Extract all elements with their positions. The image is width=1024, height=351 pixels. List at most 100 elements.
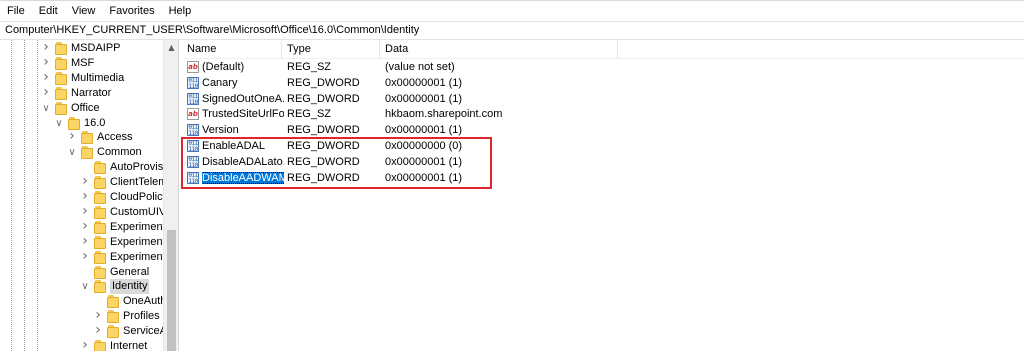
folder-icon (94, 340, 106, 351)
tree-item[interactable]: › Internet (0, 338, 163, 351)
value-name-cell: Canary (202, 75, 284, 91)
folder-icon (81, 131, 93, 145)
chevron-right-icon[interactable]: › (92, 323, 104, 338)
tree-item[interactable]: General (0, 265, 163, 280)
value-data: (value not set) (385, 61, 455, 73)
dword-value-icon: 011 110 (187, 76, 199, 90)
value-type: REG_SZ (287, 108, 332, 121)
value-name: DisableAADWAM (202, 171, 284, 184)
value-type: REG_DWORD (287, 155, 360, 168)
tree-item[interactable]: › Profiles (0, 308, 163, 324)
tree-item[interactable]: ∨ Office (0, 101, 163, 116)
value-row[interactable]: 011 110 Canary REG_DWORD 0x00000001 (1) (182, 75, 1024, 91)
value-name: (Default) (202, 61, 245, 73)
tree-item[interactable]: › Multimedia (0, 70, 163, 86)
tree-item-label: CloudPolicy (110, 191, 169, 203)
value-type: REG_DWORD (287, 76, 360, 89)
dword-value-icon: 011 110 (187, 140, 199, 153)
chevron-right-icon[interactable]: › (79, 219, 91, 234)
value-row[interactable]: abTrustedSiteUrlFo...REG_SZ hkbaom.sharep… (182, 106, 1024, 122)
value-name-cell: DisableADALato... (202, 154, 284, 170)
value-row[interactable]: 011 110 DisableADALato... REG_DWORD 0x00000… (182, 154, 1024, 170)
string-value-icon: ab (187, 61, 199, 73)
folder-icon (94, 205, 106, 219)
values-list: Name Type Data ab (Default) REG_SZ (value n… (182, 40, 1024, 351)
value-row[interactable]: 011 110 EnableADAL REG_DWORD 0x00000000 (0) (182, 138, 1024, 154)
string-value-icon: ab (187, 108, 199, 121)
value-row[interactable]: 011 110 Version REG_DWORD 0x00000001 (1) (182, 122, 1024, 138)
tree-item[interactable]: › MSDAIPP (0, 40, 163, 56)
chevron-right-icon[interactable]: › (79, 204, 91, 219)
tree-item-label: Profiles (123, 310, 160, 323)
dword-value-icon: 011 110 (187, 155, 199, 169)
menu-file[interactable]: File (0, 1, 32, 21)
tree-item-label: Multimedia (71, 71, 125, 84)
menu-view[interactable]: View (65, 1, 103, 21)
value-type: REG_DWORD (287, 171, 360, 184)
column-type-header[interactable]: Type (282, 40, 380, 59)
value-data: 0x00000001 (1) (385, 76, 463, 89)
tree-scrollbar[interactable]: ▲ (163, 40, 178, 351)
chevron-right-icon[interactable]: › (40, 55, 52, 70)
value-name: SignedOutOneA... (202, 92, 284, 105)
dword-value-icon: 011 110 (187, 92, 199, 106)
tree-item-label: General (110, 265, 150, 278)
address-bar[interactable]: Computer\HKEY_CURRENT_USER\Software\Micr… (0, 21, 1024, 40)
tree-item-label: OneAuth (123, 295, 167, 308)
folder-icon (55, 42, 67, 55)
value-name-cell: DisableAADWAM (202, 170, 284, 186)
chevron-down-icon[interactable]: ∨ (79, 280, 91, 293)
folder-icon (107, 295, 119, 309)
tree-item[interactable]: › Experiment (0, 249, 166, 265)
folder-icon (94, 280, 106, 294)
tree-item-label: MSDAIPP (71, 42, 121, 54)
menu-favorites[interactable]: Favorites (102, 1, 161, 21)
menu-edit[interactable]: Edit (32, 1, 65, 21)
tree-item[interactable]: › Narrator (0, 85, 163, 101)
chevron-right-icon[interactable]: › (79, 338, 91, 351)
tree-item[interactable]: › MSF (0, 55, 163, 71)
scroll-up-arrow-icon[interactable]: ▲ (164, 42, 179, 54)
column-data-header[interactable]: Data (380, 40, 618, 59)
folder-icon (81, 146, 93, 160)
value-data: 0x00000001 (1) (385, 155, 463, 168)
tree-item-label: Access (97, 131, 133, 144)
chevron-right-icon[interactable]: › (66, 129, 78, 144)
column-name-header[interactable]: Name (182, 40, 282, 59)
value-name: Canary (202, 76, 238, 89)
value-row[interactable]: ab (Default) REG_SZ (value not set) (182, 59, 1024, 75)
dword-value-icon: 011 110 (187, 171, 199, 185)
value-row[interactable]: 011 110 DisableAADWAM REG_DWORD 0x00000001 … (182, 170, 1024, 186)
tree-item[interactable]: ∨ Common (0, 145, 163, 160)
tree-item[interactable]: › Access (0, 129, 163, 145)
folder-icon (94, 250, 106, 264)
tree-item-label: AutoProvisi (110, 161, 166, 174)
value-name: EnableADAL (202, 140, 265, 152)
value-data: 0x00000001 (1) (385, 92, 463, 105)
value-row[interactable]: 011 110 SignedOutOneA... REG_DWORD 0x000000… (182, 91, 1024, 107)
menu-bar: File Edit View Favorites Help (0, 0, 1024, 21)
tree-item[interactable]: OneAuth (0, 294, 167, 309)
chevron-down-icon[interactable]: ∨ (53, 117, 65, 130)
chevron-right-icon[interactable]: › (79, 234, 91, 249)
list-header: Name Type Data (182, 40, 1024, 59)
chevron-down-icon[interactable]: ∨ (66, 146, 78, 159)
tree-item[interactable]: ∨ 16.0 (0, 116, 163, 131)
tree-item-label: Narrator (71, 86, 112, 99)
value-data: hkbaom.sharepoint.com (385, 108, 503, 121)
tree-item-label: Common (97, 146, 142, 159)
folder-icon (55, 56, 67, 70)
tree-item[interactable]: ∨ Identity (0, 279, 163, 295)
scroll-thumb[interactable] (167, 230, 176, 351)
dword-value-icon: 011 110 (187, 124, 199, 138)
chevron-down-icon[interactable]: ∨ (40, 102, 52, 115)
value-type: REG_DWORD (287, 92, 360, 105)
value-name-cell: Version (202, 122, 284, 138)
tree-item-label: ServiceA (123, 325, 168, 338)
folder-icon (107, 310, 119, 324)
chevron-right-icon[interactable]: › (79, 249, 91, 264)
chevron-right-icon[interactable]: › (40, 70, 52, 85)
menu-help[interactable]: Help (162, 1, 199, 21)
chevron-right-icon[interactable]: › (40, 85, 52, 100)
folder-icon (107, 325, 119, 339)
